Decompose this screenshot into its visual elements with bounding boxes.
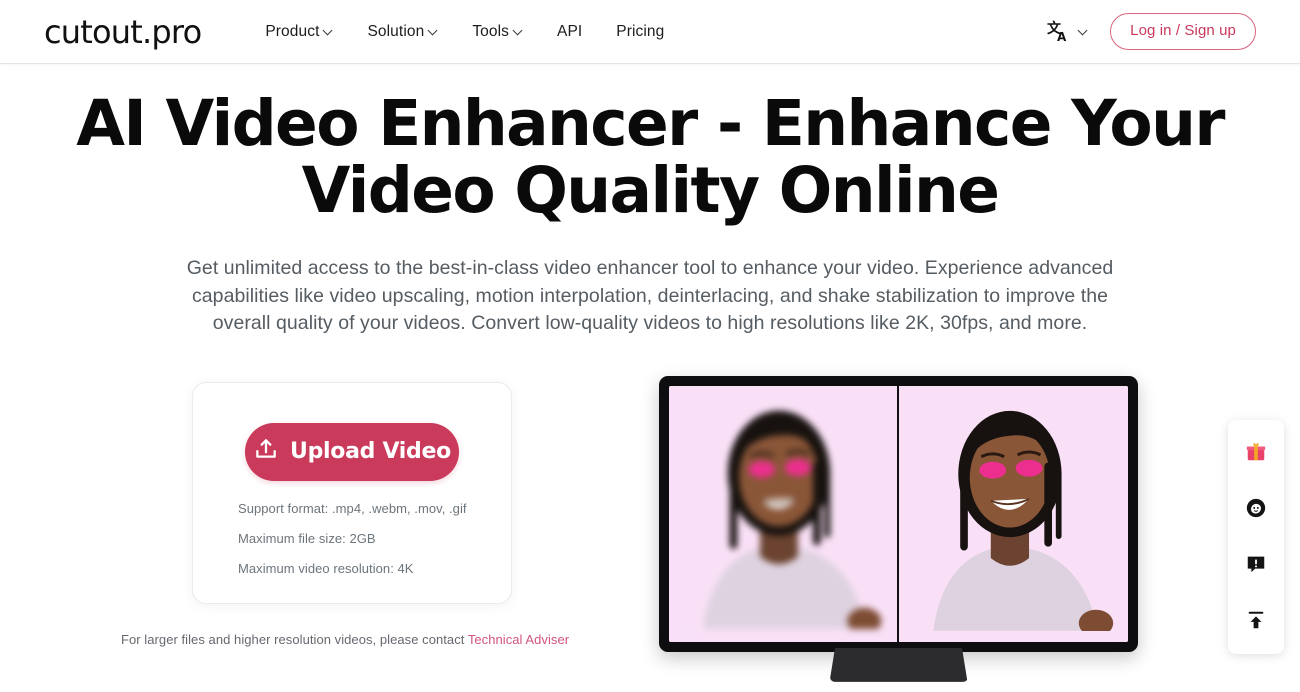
- spec-support-format: Support format: .mp4, .webm, .mov, .gif: [238, 500, 467, 516]
- preview-pane-after: [898, 385, 1128, 642]
- nav-item-pricing[interactable]: Pricing: [616, 23, 664, 41]
- nav-label: Solution: [367, 22, 425, 40]
- nav-label: API: [557, 22, 583, 40]
- nav-label: Pricing: [616, 22, 665, 40]
- scroll-to-top-icon: [1245, 609, 1267, 636]
- avatar-face-icon: [1245, 497, 1267, 524]
- svg-text:A: A: [1057, 30, 1067, 44]
- comparison-screen: [669, 385, 1128, 642]
- nav-item-solution[interactable]: Solution: [367, 23, 438, 41]
- feedback-bubble-icon: [1245, 553, 1267, 580]
- upload-video-button[interactable]: Upload Video: [245, 422, 459, 481]
- chevron-down-icon: [324, 26, 333, 35]
- nav-item-tools[interactable]: Tools: [472, 23, 523, 41]
- login-signup-button[interactable]: Log in / Sign up: [1110, 13, 1256, 50]
- upload-button-label: Upload Video: [290, 439, 451, 465]
- hero-subtitle: Get unlimited access to the best-in-clas…: [186, 256, 1114, 335]
- site-header: cutout.pro Product Solution Tools API Pr…: [0, 0, 1300, 64]
- chevron-down-icon: [429, 26, 438, 35]
- nav-label: Tools: [472, 22, 509, 40]
- main-content: Upload Video Support format: .mp4, .webm…: [0, 375, 1300, 682]
- technical-adviser-link[interactable]: Technical Adviser: [468, 632, 569, 647]
- preview-pane-before: [669, 385, 899, 642]
- page-root: cutout.pro Product Solution Tools API Pr…: [0, 0, 1300, 692]
- gift-icon: [1245, 441, 1267, 468]
- portrait-after-image: [898, 385, 1128, 631]
- monitor-preview: [659, 375, 1138, 682]
- scroll-to-top-button[interactable]: [1236, 602, 1276, 642]
- header-right-actions: 文 A Log in / Sign up: [1047, 13, 1256, 50]
- spec-max-resolution: Maximum video resolution: 4K: [238, 560, 414, 576]
- nav-label: Product: [265, 22, 320, 40]
- upload-card: Upload Video Support format: .mp4, .webm…: [192, 381, 512, 604]
- site-logo[interactable]: cutout.pro: [44, 16, 202, 48]
- feedback-button[interactable]: [1236, 546, 1276, 586]
- chevron-down-icon: [1079, 26, 1088, 35]
- language-switcher[interactable]: 文 A: [1047, 20, 1088, 44]
- upload-icon: [253, 436, 279, 468]
- upload-specs-list: Support format: .mp4, .webm, .mov, .gif …: [193, 502, 511, 575]
- hero-section: AI Video Enhancer - Enhance Your Video Q…: [0, 64, 1300, 338]
- nav-item-product[interactable]: Product: [265, 23, 333, 41]
- account-button[interactable]: [1236, 490, 1276, 530]
- main-navigation: Product Solution Tools API Pricing: [265, 23, 664, 41]
- page-title: AI Video Enhancer - Enhance Your Video Q…: [76, 87, 1225, 228]
- portrait-before-image: [669, 385, 897, 629]
- contact-note-text: For larger files and higher resolution v…: [121, 631, 468, 647]
- nav-item-api[interactable]: API: [557, 23, 582, 41]
- contact-note: For larger files and higher resolution v…: [121, 632, 569, 647]
- floating-action-bar: [1228, 420, 1284, 654]
- spec-max-file-size: Maximum file size: 2GB: [238, 530, 376, 546]
- translate-icon: 文 A: [1047, 20, 1073, 44]
- chevron-down-icon: [514, 26, 523, 35]
- monitor-stand: [829, 647, 968, 682]
- gift-button[interactable]: [1236, 434, 1276, 474]
